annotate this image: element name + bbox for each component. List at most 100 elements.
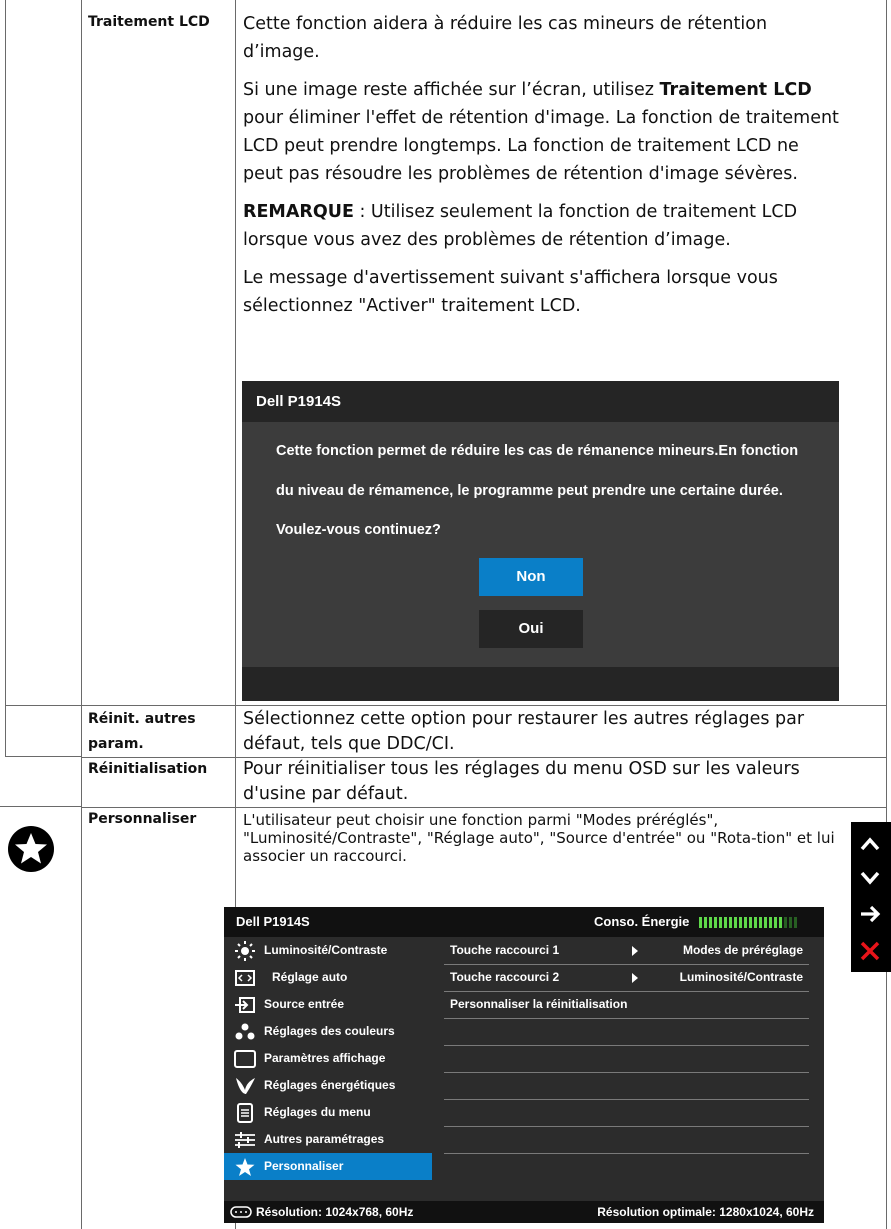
osd-menu-label: Paramètres affichage	[264, 1051, 386, 1065]
osd-empty-row	[444, 1153, 809, 1180]
row-description: L'utilisateur peut choisir une fonction …	[243, 811, 835, 865]
energy-segment	[724, 917, 727, 928]
osd-menu-item-menu-settings[interactable]: Réglages du menu	[224, 1099, 432, 1126]
up-arrow-icon[interactable]	[859, 834, 881, 854]
row-label-personalize: Personnaliser	[88, 811, 197, 827]
osd-menu: Dell P1914S Conso. Énergie Luminosité/Co…	[224, 907, 824, 1223]
label-line: Réinit. autres	[88, 711, 196, 727]
current-resolution: Résolution: 1024x768, 60Hz	[256, 1205, 414, 1219]
text: pour éliminer l'effet de rétention d'ima…	[243, 108, 839, 184]
row-divider	[5, 756, 82, 757]
row-description: Sélectionnez cette option pour restaurer…	[243, 709, 805, 754]
sliders-icon	[235, 1132, 255, 1148]
energy-segment	[719, 917, 722, 928]
energy-segment	[734, 917, 737, 928]
input-source-icon	[235, 997, 255, 1013]
osd-menu-item-input-source[interactable]: Source entrée	[224, 991, 432, 1018]
osd-menu-item-color[interactable]: Réglages des couleurs	[224, 1018, 432, 1045]
energy-segment	[749, 917, 752, 928]
energy-segment	[794, 917, 797, 928]
osd-menu-label: Source entrée	[264, 997, 345, 1011]
osd-row-key: Touche raccourci 1	[450, 943, 560, 957]
energy-label: Conso. Énergie	[594, 914, 690, 929]
energy-segment	[739, 917, 742, 928]
energy-leaf-icon	[236, 1078, 255, 1094]
yes-button[interactable]: Oui	[479, 610, 583, 648]
osd-menu-label: Luminosité/Contraste	[264, 943, 388, 957]
optimal-resolution: Résolution optimale: 1280x1024, 60Hz	[597, 1205, 814, 1219]
row-divider	[0, 806, 82, 807]
left-border	[5, 0, 6, 757]
connector-icon	[230, 1206, 252, 1218]
auto-adjust-icon	[235, 970, 255, 986]
osd-row[interactable]: Touche raccourci 2 Luminosité/Contraste	[444, 964, 809, 992]
energy-segment	[759, 917, 762, 928]
row-divider	[81, 807, 887, 808]
emphasis: Traitement LCD	[659, 80, 812, 100]
osd-menu-label: Personnaliser	[264, 1159, 344, 1173]
osd-empty-row	[444, 1099, 809, 1127]
menu-icon	[237, 1103, 253, 1123]
osd-menu-label: Réglages énergétiques	[264, 1078, 396, 1092]
energy-segment	[709, 917, 712, 928]
dialog-message-line: Cette fonction permet de réduire les cas…	[276, 443, 799, 459]
osd-row-value: Luminosité/Contraste	[679, 970, 803, 984]
energy-segment	[789, 917, 792, 928]
energy-segment	[784, 917, 787, 928]
lcd-conditioning-dialog: Dell P1914S Cette fonction permet de réd…	[242, 381, 839, 701]
row-description: Cette fonction aidera à réduire les cas …	[243, 10, 843, 320]
energy-segment	[774, 917, 777, 928]
nav-buttons	[851, 822, 891, 972]
row-divider	[5, 705, 82, 706]
label-line: param.	[88, 736, 144, 752]
osd-header: Dell P1914S Conso. Énergie	[224, 907, 824, 937]
osd-menu-item-other[interactable]: Autres paramétrages	[224, 1126, 432, 1153]
no-button[interactable]: Non	[479, 558, 583, 596]
osd-row-key: Touche raccourci 2	[450, 970, 560, 984]
dialog-footer	[242, 667, 839, 701]
energy-segment	[754, 917, 757, 928]
right-border	[886, 0, 887, 1229]
osd-menu-label: Réglages des couleurs	[264, 1024, 395, 1038]
paragraph: REMARQUE : Utilisez seulement la fonctio…	[243, 198, 858, 254]
osd-title: Dell P1914S	[236, 914, 310, 929]
row-label-traitement-lcd: Traitement LCD	[88, 14, 210, 30]
display-icon	[234, 1050, 256, 1068]
brightness-icon	[235, 941, 255, 961]
osd-menu-item-display[interactable]: Paramètres affichage	[224, 1045, 432, 1072]
osd-row[interactable]: Touche raccourci 1 Modes de préréglage	[444, 937, 809, 965]
row-label-factory-reset: Réinitialisation	[88, 761, 208, 777]
osd-menu-label: Réglages du menu	[264, 1105, 371, 1119]
osd-menu-item-energy[interactable]: Réglages énergétiques	[224, 1072, 432, 1099]
energy-segment	[769, 917, 772, 928]
osd-menu-item-auto-adjust[interactable]: Réglage auto	[224, 964, 432, 991]
paragraph: Le message d'avertissement suivant s'aff…	[243, 268, 778, 316]
osd-menu-item-personalize[interactable]: Personnaliser	[224, 1153, 432, 1180]
icon-column-divider	[81, 0, 82, 1229]
energy-segment	[704, 917, 707, 928]
energy-segment	[729, 917, 732, 928]
energy-segment	[744, 917, 747, 928]
osd-empty-row	[444, 1045, 809, 1073]
down-arrow-icon[interactable]	[859, 868, 881, 888]
color-dots-icon	[235, 1023, 255, 1040]
osd-row-value: Modes de préréglage	[682, 943, 803, 957]
osd-row[interactable]: Personnaliser la réinitialisation	[444, 991, 809, 1019]
paragraph: Cette fonction aidera à réduire les cas …	[243, 14, 768, 62]
row-label-reset-other: Réinit. autres param.	[88, 707, 196, 757]
dialog-message-line: du niveau de rémamence, le programme peu…	[276, 483, 783, 499]
osd-menu-item-brightness[interactable]: Luminosité/Contraste	[224, 937, 432, 964]
osd-empty-row	[444, 1126, 809, 1154]
energy-segment	[699, 917, 702, 928]
osd-empty-row	[444, 1018, 809, 1046]
osd-menu-label: Réglage auto	[272, 970, 348, 984]
right-arrow-icon[interactable]	[859, 904, 881, 924]
arrow-right-icon	[632, 946, 638, 956]
row-description: Pour réinitialiser tous les réglages du …	[243, 759, 800, 804]
close-icon[interactable]	[859, 940, 881, 962]
arrow-right-icon	[632, 973, 638, 983]
energy-meter	[699, 917, 797, 928]
remark-label: REMARQUE	[243, 202, 354, 222]
energy-segment	[779, 917, 782, 928]
dialog-title: Dell P1914S	[242, 381, 839, 422]
